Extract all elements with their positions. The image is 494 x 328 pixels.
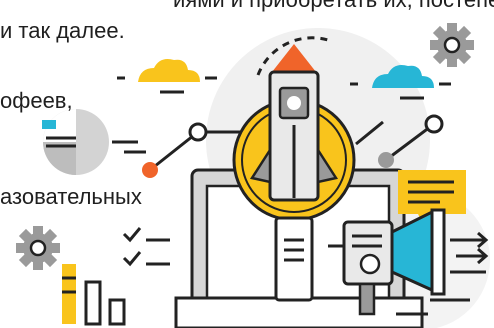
connector-node — [424, 114, 444, 134]
text-line: азовательных — [0, 184, 142, 209]
pie-chart-icon — [42, 109, 146, 175]
illustration-stage: иями и приобретать их, постепенн и так д… — [0, 0, 494, 328]
connector-node — [378, 152, 394, 168]
connector-node — [188, 122, 208, 142]
text-line: иями и приобретать их, постепенн — [173, 0, 494, 11]
bar-chart-icon — [62, 264, 126, 326]
text-line: офеев, — [0, 88, 73, 113]
infographic-illustration — [16, 23, 490, 328]
gear-icon — [16, 226, 60, 270]
checklist-icon — [122, 227, 170, 267]
gear-icon — [430, 23, 474, 67]
cloud-icon — [117, 59, 217, 94]
text-line: и так далее. — [0, 18, 125, 43]
connector-node — [142, 162, 158, 178]
